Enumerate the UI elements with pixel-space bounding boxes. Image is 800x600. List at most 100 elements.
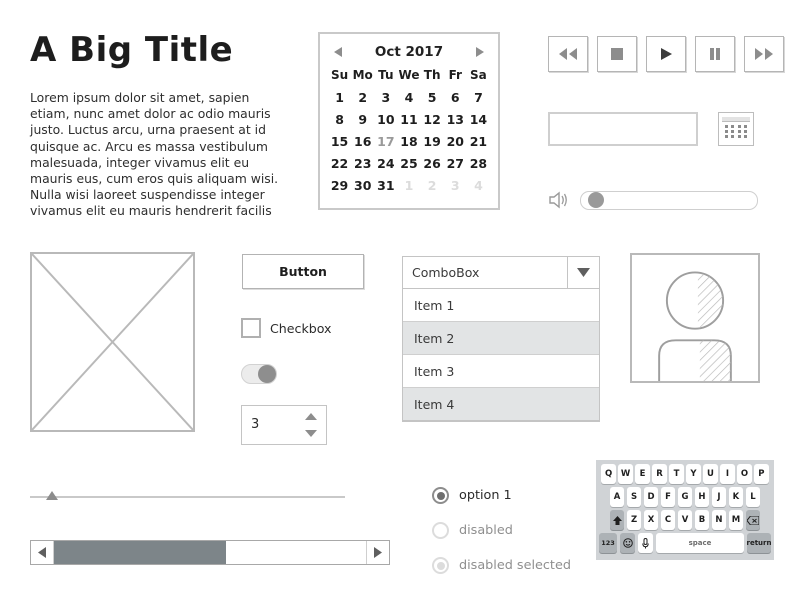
text-input[interactable] xyxy=(548,112,698,146)
checkbox-row[interactable]: Checkbox xyxy=(241,318,332,338)
calendar-day[interactable]: 25 xyxy=(397,154,420,173)
calendar-day[interactable]: 13 xyxy=(444,110,467,129)
calendar-day[interactable]: 28 xyxy=(467,154,490,173)
key-n[interactable]: N xyxy=(711,510,727,530)
horizontal-scrollbar[interactable] xyxy=(30,540,390,565)
triangle-left-icon[interactable] xyxy=(31,541,54,564)
emoji-icon[interactable] xyxy=(620,533,635,553)
microphone-icon[interactable] xyxy=(638,533,653,553)
volume-knob[interactable] xyxy=(588,191,605,208)
key-g[interactable]: G xyxy=(677,487,693,507)
key-y[interactable]: Y xyxy=(686,464,701,484)
volume-track[interactable] xyxy=(580,190,758,210)
key-x[interactable]: X xyxy=(643,510,659,530)
triangle-up-icon[interactable] xyxy=(305,413,317,420)
key-e[interactable]: E xyxy=(635,464,650,484)
calendar-day[interactable]: 29 xyxy=(328,176,351,195)
calendar-day[interactable]: 15 xyxy=(328,132,351,151)
key-t[interactable]: T xyxy=(669,464,684,484)
toggle-switch[interactable] xyxy=(241,364,277,384)
calendar-day[interactable]: 14 xyxy=(467,110,490,129)
calendar-day[interactable]: 26 xyxy=(421,154,444,173)
triangle-left-icon[interactable] xyxy=(334,47,342,57)
combobox-item[interactable]: Item 4 xyxy=(403,388,599,421)
space-key[interactable]: space xyxy=(656,533,744,553)
primary-button[interactable]: Button xyxy=(242,254,364,289)
combobox-list[interactable]: Item 1 Item 2 Item 3 Item 4 xyxy=(402,289,600,422)
keyboard-row-4[interactable]: 123 space return xyxy=(599,533,771,553)
shift-icon[interactable] xyxy=(609,510,625,530)
keyboard-row-2[interactable]: ASDFGHJKL xyxy=(599,487,771,507)
key-a[interactable]: A xyxy=(609,487,625,507)
calendar-day[interactable]: 4 xyxy=(397,88,420,107)
calendar-widget[interactable]: Oct 2017 Su Mo Tu We Th Fr Sa 1 2 3 4 5 6 7 8 9 10 11 12 13… xyxy=(318,32,500,210)
keyboard-row-3[interactable]: ZXCVBNM xyxy=(599,510,771,530)
key-c[interactable]: C xyxy=(660,510,676,530)
calendar-day[interactable]: 11 xyxy=(397,110,420,129)
calendar-day[interactable]: 10 xyxy=(374,110,397,129)
calendar-day[interactable]: 24 xyxy=(374,154,397,173)
key-h[interactable]: H xyxy=(694,487,710,507)
key-i[interactable]: I xyxy=(720,464,735,484)
calendar-day[interactable]: 27 xyxy=(444,154,467,173)
range-slider[interactable] xyxy=(30,490,345,504)
calendar-grid[interactable]: Su Mo Tu We Th Fr Sa 1 2 3 4 5 6 7 8 9 10 11 12 13 14 15 16 17 1… xyxy=(328,66,490,195)
key-z[interactable]: Z xyxy=(626,510,642,530)
calendar-day[interactable]: 3 xyxy=(374,88,397,107)
calendar-day[interactable]: 16 xyxy=(351,132,374,151)
key-q[interactable]: Q xyxy=(601,464,616,484)
return-key[interactable]: return xyxy=(747,533,771,553)
key-o[interactable]: O xyxy=(737,464,752,484)
calendar-day[interactable]: 17 xyxy=(374,132,397,151)
key-l[interactable]: L xyxy=(745,487,761,507)
calendar-day[interactable]: 21 xyxy=(467,132,490,151)
calendar-day[interactable]: 19 xyxy=(421,132,444,151)
key-k[interactable]: K xyxy=(728,487,744,507)
key-m[interactable]: M xyxy=(728,510,744,530)
key-j[interactable]: J xyxy=(711,487,727,507)
key-w[interactable]: W xyxy=(618,464,633,484)
scrollbar-track[interactable] xyxy=(54,541,366,564)
key-v[interactable]: V xyxy=(677,510,693,530)
key-u[interactable]: U xyxy=(703,464,718,484)
triangle-down-icon[interactable] xyxy=(305,430,317,437)
radio-group[interactable]: option 1 disabled disabled selected xyxy=(432,478,612,583)
radio-button[interactable] xyxy=(432,487,449,504)
combobox-item[interactable]: Item 3 xyxy=(403,355,599,388)
pause-button[interactable] xyxy=(695,36,735,72)
calendar-day[interactable]: 23 xyxy=(351,154,374,173)
calendar-day[interactable]: 9 xyxy=(351,110,374,129)
calendar-day[interactable]: 8 xyxy=(328,110,351,129)
triangle-right-icon[interactable] xyxy=(476,47,484,57)
stop-button[interactable] xyxy=(597,36,637,72)
key-b[interactable]: B xyxy=(694,510,710,530)
rewind-button[interactable] xyxy=(548,36,588,72)
calendar-day[interactable]: 31 xyxy=(374,176,397,195)
key-d[interactable]: D xyxy=(643,487,659,507)
combobox-item[interactable]: Item 2 xyxy=(403,322,599,355)
calendar-day[interactable]: 5 xyxy=(421,88,444,107)
numbers-key[interactable]: 123 xyxy=(599,533,617,553)
key-s[interactable]: S xyxy=(626,487,642,507)
slider-track[interactable] xyxy=(30,496,345,498)
combobox[interactable]: ComboBox Item 1 Item 2 Item 3 Item 4 xyxy=(402,256,600,422)
chevron-down-icon[interactable] xyxy=(567,257,599,288)
toggle-knob[interactable] xyxy=(258,365,276,383)
combobox-header[interactable]: ComboBox xyxy=(402,256,600,289)
onscreen-keyboard[interactable]: QWERTYUIOP ASDFGHJKL ZXCVBNM 123 space r… xyxy=(596,460,774,560)
calendar-icon[interactable] xyxy=(718,112,754,146)
number-spinner[interactable]: 3 xyxy=(241,405,327,445)
key-f[interactable]: F xyxy=(660,487,676,507)
play-button[interactable] xyxy=(646,36,686,72)
keyboard-row-1[interactable]: QWERTYUIOP xyxy=(599,464,771,484)
radio-row[interactable]: option 1 xyxy=(432,478,612,513)
backspace-icon[interactable] xyxy=(745,510,761,530)
calendar-day[interactable]: 30 xyxy=(351,176,374,195)
calendar-day[interactable]: 18 xyxy=(397,132,420,151)
checkbox-box[interactable] xyxy=(241,318,261,338)
key-r[interactable]: R xyxy=(652,464,667,484)
triangle-up-marker-icon[interactable] xyxy=(46,491,59,500)
scrollbar-thumb[interactable] xyxy=(54,541,226,564)
triangle-right-icon[interactable] xyxy=(366,541,389,564)
calendar-day[interactable]: 2 xyxy=(351,88,374,107)
